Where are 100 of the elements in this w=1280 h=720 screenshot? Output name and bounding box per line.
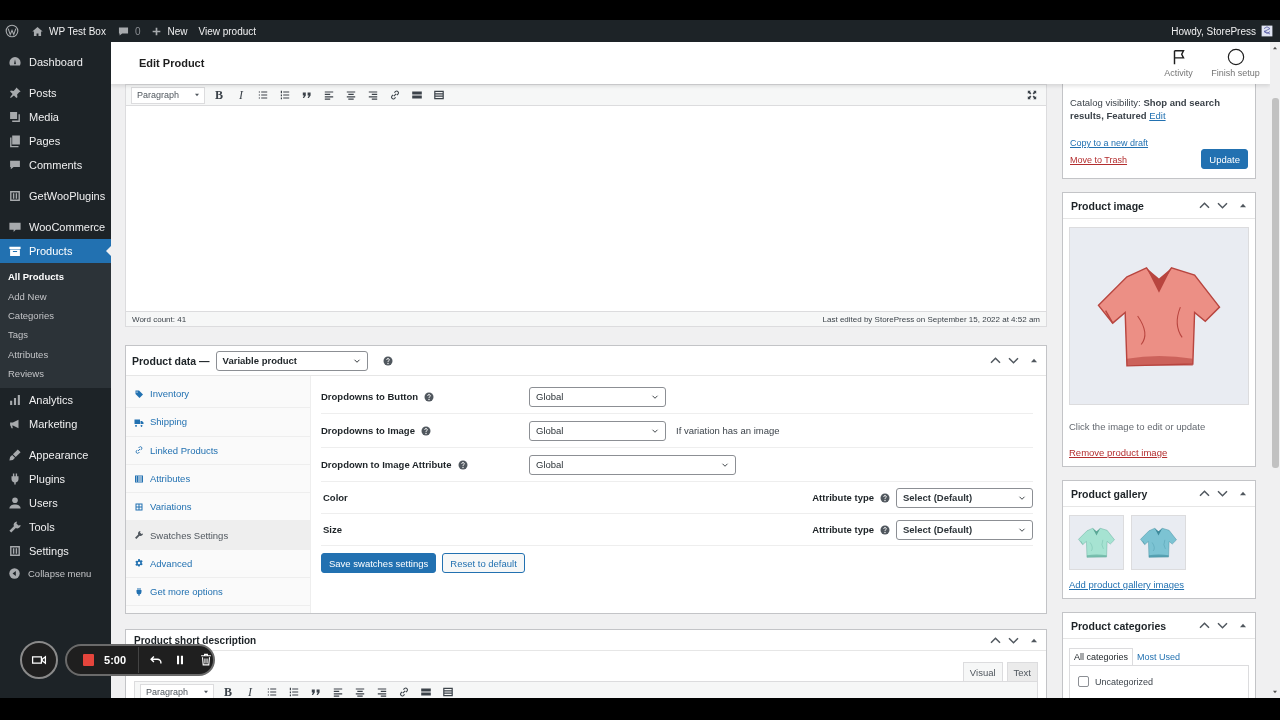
category-tab[interactable]: All categories [1069, 648, 1134, 665]
setting-label: Dropdowns to Button [321, 391, 419, 402]
menu-item[interactable]: Pages [0, 129, 111, 153]
fullscreen-icon[interactable] [1026, 89, 1038, 101]
add-gallery-images-link[interactable]: Add product gallery images [1069, 579, 1185, 590]
panel-title: Product categories [1071, 619, 1168, 632]
toolbar-toggle-icon[interactable] [433, 89, 445, 101]
menu-item[interactable]: Analytics [0, 388, 111, 413]
edit-link[interactable]: Edit [1149, 110, 1166, 121]
panel-tab[interactable]: Swatches Settings [126, 521, 310, 550]
collapse-menu-button[interactable]: Collapse menu [0, 563, 98, 584]
setting-select[interactable]: Global [529, 454, 736, 475]
menu-item[interactable]: GetWooPlugins [0, 184, 111, 208]
italic-button[interactable]: I [239, 682, 261, 698]
setting-select[interactable]: Global [529, 420, 666, 441]
align-right-icon[interactable] [367, 89, 379, 101]
menu-item[interactable]: Settings [0, 539, 111, 564]
stop-button[interactable] [83, 654, 95, 666]
panel-tab[interactable]: Advanced [126, 549, 310, 579]
align-right-icon[interactable] [376, 686, 388, 698]
pause-icon[interactable] [174, 654, 186, 666]
view-product-link[interactable]: View product [198, 25, 257, 37]
submenu-item[interactable]: Add New [0, 286, 111, 306]
scroll-down-icon[interactable] [1271, 688, 1279, 696]
tag-icon [134, 388, 144, 399]
panel-tab[interactable]: Get more options [126, 578, 310, 607]
copy-draft-link[interactable]: Copy to a new draft [1070, 135, 1149, 152]
checkbox[interactable] [1078, 676, 1089, 687]
panel-title: Product image [1071, 199, 1145, 212]
panel-tab[interactable]: Attributes [126, 464, 310, 494]
product-type-select[interactable]: Variable product [215, 350, 368, 371]
finish-setup-button[interactable]: Finish setup [1207, 48, 1264, 78]
catalog-visibility-text: Catalog visibility: Shop and search results, Featured Edit [1070, 96, 1221, 122]
category-tab[interactable]: Most Used [1133, 648, 1185, 665]
italic-button[interactable]: I [230, 85, 252, 105]
menu-item[interactable]: Products [0, 239, 111, 263]
editor-tab[interactable]: Visual [962, 662, 1003, 681]
align-center-icon[interactable] [354, 686, 366, 698]
menu-item[interactable]: Marketing [0, 412, 111, 437]
menu-item[interactable]: Plugins [0, 467, 111, 492]
align-left-icon[interactable] [332, 686, 344, 698]
menu-item[interactable]: Dashboard [0, 50, 111, 74]
submenu-item[interactable]: Categories [0, 305, 111, 326]
attribute-type-label: Attribute type [812, 524, 874, 535]
menu-item[interactable]: Users [0, 491, 111, 516]
editor-tab[interactable]: Text [1006, 662, 1038, 681]
numbered-list-icon[interactable] [279, 89, 291, 101]
trash-icon[interactable] [199, 653, 213, 667]
sliders-icon [8, 189, 22, 203]
submenu-item[interactable]: All Products [0, 267, 111, 287]
undo-icon[interactable] [149, 653, 163, 667]
numbered-list-icon[interactable] [288, 686, 300, 698]
menu-item[interactable]: Media [0, 105, 111, 129]
trash-link[interactable]: Move to Trash [1070, 152, 1149, 169]
account-link[interactable]: Howdy, StorePress [1171, 25, 1273, 37]
submenu-item[interactable]: Reviews [0, 363, 111, 384]
panel-tab[interactable]: Shipping [126, 408, 310, 437]
menu-item[interactable]: Tools [0, 515, 111, 540]
link-icon[interactable] [389, 89, 401, 101]
bulleted-list-icon[interactable] [257, 89, 269, 101]
menu-item[interactable]: Appearance [0, 443, 111, 468]
bulleted-list-icon[interactable] [266, 686, 278, 698]
read-more-icon[interactable] [420, 686, 432, 698]
bold-button[interactable]: B [217, 682, 239, 698]
media-icon [8, 110, 22, 124]
link-icon[interactable] [398, 686, 410, 698]
caret-icon [193, 91, 201, 99]
remove-image-link[interactable]: Remove product image [1069, 447, 1168, 458]
format-select[interactable]: Paragraph [131, 86, 205, 104]
setting-select[interactable]: Global [529, 386, 666, 407]
site-link[interactable]: WP Test Box [31, 24, 106, 38]
read-more-icon[interactable] [411, 89, 423, 101]
new-link[interactable]: New [151, 25, 188, 37]
attribute-type-select[interactable]: Select (Default) [896, 519, 1033, 540]
scrollbar-thumb[interactable] [1271, 98, 1279, 468]
gear-icon [134, 558, 144, 569]
align-left-icon[interactable] [323, 89, 335, 101]
activity-button[interactable]: Activity [1150, 48, 1207, 78]
save-button[interactable]: Save swatches settings [321, 553, 437, 573]
menu-item[interactable]: Posts [0, 81, 111, 105]
panel-tab[interactable]: Linked Products [126, 436, 310, 465]
toolbar-toggle-icon[interactable] [442, 686, 454, 698]
menu-item[interactable]: Comments [0, 153, 111, 177]
wordpress-logo-icon[interactable] [5, 24, 19, 38]
reset-button[interactable]: Reset to default [442, 553, 525, 573]
attribute-type-select[interactable]: Select (Default) [896, 487, 1033, 508]
box-icon [8, 244, 22, 258]
format-select[interactable]: Paragraph [140, 683, 214, 698]
bold-button[interactable]: B [208, 85, 230, 105]
align-center-icon[interactable] [345, 89, 357, 101]
submenu-item[interactable]: Tags [0, 325, 111, 345]
avatar-icon [1261, 25, 1273, 37]
word-count: Word count: 41 [132, 314, 187, 324]
scroll-up-icon[interactable] [1271, 44, 1279, 52]
panel-title: Product gallery [1071, 487, 1149, 500]
submenu-item[interactable]: Attributes [0, 344, 111, 364]
comments-link[interactable]: 0 [116, 24, 141, 38]
panel-tab[interactable]: Inventory [126, 380, 310, 409]
menu-item[interactable]: WooCommerce [0, 215, 111, 239]
update-button[interactable]: Update [1201, 149, 1248, 169]
